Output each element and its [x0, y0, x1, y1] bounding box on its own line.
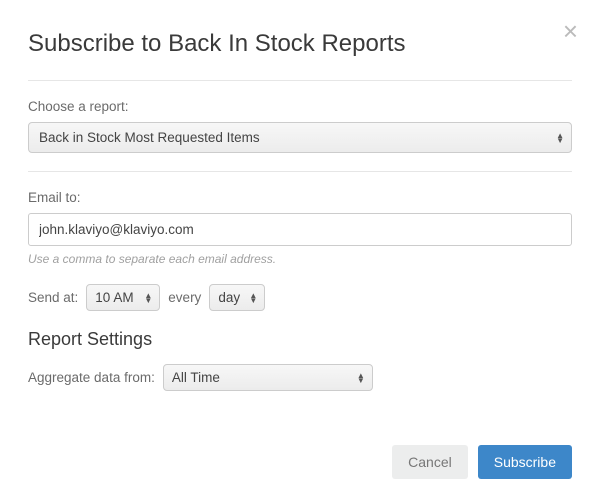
choose-report-select-wrap: Back in Stock Most Requested Items ▲▼ [28, 122, 572, 153]
choose-report-section: Choose a report: Back in Stock Most Requ… [28, 99, 572, 153]
choose-report-label: Choose a report: [28, 99, 572, 114]
email-to-label: Email to: [28, 190, 572, 205]
modal-title: Subscribe to Back In Stock Reports [28, 30, 572, 58]
send-interval-select[interactable]: day [209, 284, 265, 311]
divider [28, 171, 572, 172]
aggregate-row: Aggregate data from: All Time ▲▼ [28, 364, 572, 391]
send-at-label: Send at: [28, 290, 78, 305]
email-to-input[interactable] [28, 213, 572, 246]
aggregate-select-wrap: All Time ▲▼ [163, 364, 373, 391]
email-hint: Use a comma to separate each email addre… [28, 252, 572, 266]
choose-report-select[interactable]: Back in Stock Most Requested Items [28, 122, 572, 153]
send-interval-select-wrap: day ▲▼ [209, 284, 265, 311]
cancel-button[interactable]: Cancel [392, 445, 468, 479]
footer-actions: Cancel Subscribe [392, 445, 572, 479]
close-button[interactable]: × [563, 18, 578, 44]
subscribe-button[interactable]: Subscribe [478, 445, 572, 479]
aggregate-select[interactable]: All Time [163, 364, 373, 391]
send-at-row: Send at: 10 AM ▲▼ every day ▲▼ [28, 284, 572, 311]
email-to-section: Email to: Use a comma to separate each e… [28, 190, 572, 266]
send-time-select[interactable]: 10 AM [86, 284, 160, 311]
send-time-select-wrap: 10 AM ▲▼ [86, 284, 160, 311]
divider [28, 80, 572, 81]
every-label: every [168, 290, 201, 305]
report-settings-header: Report Settings [28, 329, 572, 350]
aggregate-label: Aggregate data from: [28, 370, 155, 385]
